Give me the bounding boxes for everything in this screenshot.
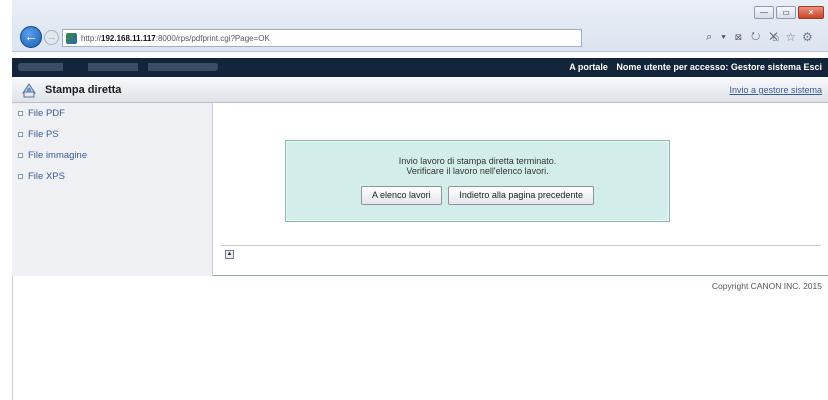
- gear-icon[interactable]: ⚙: [802, 30, 819, 44]
- login-user-label: Nome utente per accesso: Gestore sistema: [616, 62, 801, 72]
- arrow-right-icon: →: [47, 32, 56, 42]
- url-text: http://192.168.11.117:8000/rps/pdfprint.…: [81, 33, 270, 43]
- header-links: A portale Nome utente per accesso: Gesto…: [569, 62, 822, 72]
- portal-link[interactable]: A portale: [569, 62, 608, 72]
- header-bar: A portale Nome utente per accesso: Gesto…: [12, 58, 828, 77]
- browser-chrome: — ▭ ✕ ← → http://192.168.11.117:8000/rps…: [12, 0, 828, 52]
- window-controls: — ▭ ✕: [754, 6, 824, 19]
- back-button[interactable]: ←: [20, 26, 42, 48]
- logout-link[interactable]: Esci: [803, 62, 822, 72]
- bullet-icon: [18, 132, 23, 137]
- job-list-button[interactable]: A elenco lavori: [361, 186, 442, 205]
- send-to-admin-link[interactable]: Invio a gestore sistema: [729, 85, 822, 95]
- sidebar-item-ps[interactable]: File PS: [12, 124, 212, 145]
- page-title: Stampa diretta: [45, 84, 122, 96]
- minimize-button[interactable]: —: [754, 6, 774, 19]
- page-top-icon[interactable]: ▲: [225, 250, 234, 259]
- device-name-blurred: [18, 63, 218, 71]
- sidebar-item-label: File PDF: [28, 108, 65, 119]
- arrow-left-icon: ←: [24, 28, 38, 44]
- forward-button[interactable]: →: [44, 30, 59, 45]
- sidebar-item-label: File XPS: [28, 171, 65, 182]
- bullet-icon: [18, 153, 23, 158]
- maximize-button[interactable]: ▭: [776, 6, 796, 19]
- close-button[interactable]: ✕: [798, 6, 824, 19]
- divider: [221, 245, 821, 246]
- bullet-icon: [18, 174, 23, 179]
- bullet-icon: [18, 111, 23, 116]
- divider: [12, 276, 13, 400]
- confirmation-buttons: A elenco lavori Indietro alla pagina pre…: [286, 186, 669, 205]
- page-header: Stampa diretta Invio a gestore sistema: [12, 77, 828, 103]
- sidebar-item-pdf[interactable]: File PDF: [12, 103, 212, 124]
- confirmation-instruction: Verificare il lavoro nell'elenco lavori.: [406, 166, 549, 176]
- sidebar: File PDF File PS File immagine File XPS: [12, 103, 213, 276]
- address-tools[interactable]: ⌕ ▾ ⊠ ↻ ✕: [706, 31, 781, 44]
- back-to-previous-button[interactable]: Indietro alla pagina precedente: [448, 186, 594, 205]
- confirmation-message: Invio lavoro di stampa diretta terminato…: [398, 156, 557, 166]
- direct-print-icon: [22, 83, 36, 98]
- address-bar[interactable]: http://192.168.11.117:8000/rps/pdfprint.…: [62, 29, 582, 47]
- confirmation-panel: Invio lavoro di stampa diretta terminato…: [285, 140, 670, 222]
- site-favicon-icon: [66, 32, 77, 44]
- sidebar-item-label: File PS: [28, 129, 59, 140]
- home-icon[interactable]: ⌂: [772, 30, 785, 44]
- browser-toolbar-icons: ⌂☆⚙: [772, 30, 819, 44]
- main-content: Invio lavoro di stampa diretta terminato…: [213, 103, 828, 276]
- sidebar-item-image[interactable]: File immagine: [12, 145, 212, 166]
- copyright: Copyright CANON INC. 2015: [711, 281, 822, 291]
- sidebar-item-label: File immagine: [28, 150, 88, 161]
- sidebar-item-xps[interactable]: File XPS: [12, 166, 212, 187]
- star-icon[interactable]: ☆: [785, 30, 802, 44]
